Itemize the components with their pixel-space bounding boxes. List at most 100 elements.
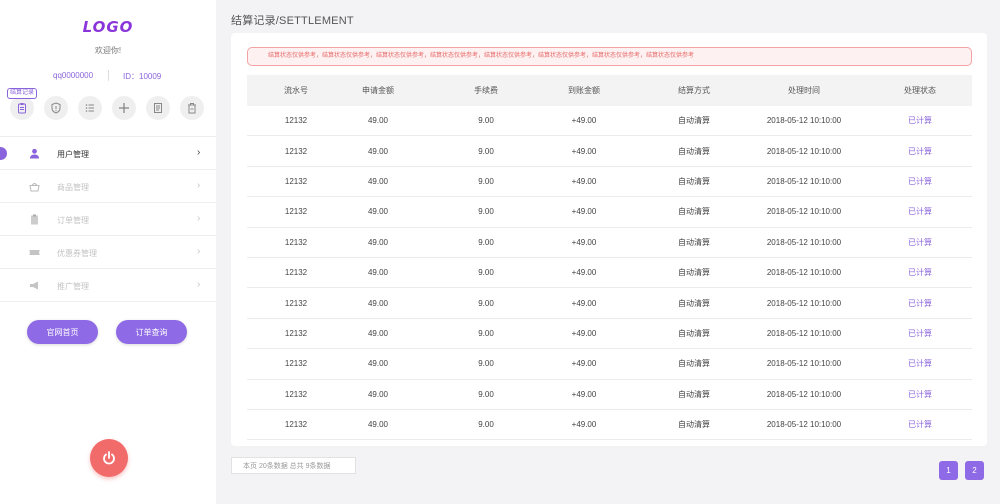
settlement-table: 流水号 申请金额 手续费 到账金额 结算方式 处理时间 处理状态 12132 49…	[247, 75, 972, 441]
sidebar-item-users[interactable]: 用户管理 ›	[0, 137, 216, 170]
table-cell: 自动清算	[678, 359, 710, 369]
sidebar-item-coupons[interactable]: 优惠券管理 ›	[0, 236, 216, 269]
table-cell: 自动清算	[678, 298, 710, 308]
table-cell: 49.00	[367, 116, 389, 126]
table-cell: 49.00	[367, 237, 389, 247]
table-cell: +49.00	[571, 359, 597, 369]
table-cell: 自动清算	[678, 146, 710, 156]
table-cell: +49.00	[571, 328, 597, 338]
tool-badge: 结算记录	[7, 88, 38, 99]
table-cell: 2018-05-12 10:10:00	[766, 207, 842, 217]
sidebar-item-promotion[interactable]: 推广管理 ›	[0, 269, 216, 302]
page-button-1[interactable]: 1	[939, 461, 958, 480]
table-row[interactable]: 12132 49.00 9.00 +49.00 自动清算 2018-05-12 10:10…	[247, 167, 972, 198]
table-row[interactable]: 12132 49.00 9.00 +49.00 自动清算 2018-05-12 10:10…	[247, 288, 972, 319]
table-cell: 2018-05-12 10:10:00	[766, 237, 842, 247]
table-row[interactable]: 12132 49.00 9.00 +49.00 自动清算 2018-05-12 10:10…	[247, 319, 972, 350]
welcome-text: 欢迎你!	[94, 46, 122, 55]
table-cell: 2018-05-12 10:10:00	[766, 328, 842, 338]
active-indicator	[0, 147, 7, 160]
table-cell: 9.00	[478, 237, 494, 247]
status-link[interactable]: 已计算	[871, 319, 969, 348]
status-link[interactable]: 已计算	[871, 106, 969, 135]
table-cell: 自动清算	[678, 420, 710, 430]
table-row[interactable]: 12132 49.00 9.00 +49.00 自动清算 2018-05-12 10:10…	[247, 197, 972, 228]
table-cell: 2018-05-12 10:10:00	[766, 146, 842, 156]
notice-banner: 结算状态仅供参考，结算状态仅供参考，结算状态仅供参考，结算状态仅供参考，结算状态…	[247, 47, 972, 66]
order-query-button[interactable]: 订单查询	[116, 320, 187, 344]
table-cell: 9.00	[478, 176, 494, 186]
sidebar-item-products[interactable]: 商品管理 ›	[0, 170, 216, 203]
trash-icon[interactable]	[180, 96, 204, 120]
table-cell: 9.00	[478, 116, 494, 126]
table-cell: +49.00	[571, 420, 597, 430]
status-link[interactable]: 已计算	[871, 136, 969, 165]
table-cell: 9.00	[478, 328, 494, 338]
power-icon	[103, 451, 115, 465]
table-cell: +49.00	[571, 207, 597, 217]
account-info: qq0000000 ID：10009	[0, 70, 216, 82]
table-row[interactable]: 12132 49.00 9.00 +49.00 自动清算 2018-05-12 10:10…	[247, 349, 972, 380]
user-icon	[30, 148, 39, 159]
table-cell: 49.00	[367, 207, 389, 217]
settlement-panel: 结算状态仅供参考，结算状态仅供参考，结算状态仅供参考，结算状态仅供参考，结算状态…	[231, 33, 987, 446]
table-cell: 49.00	[367, 420, 389, 430]
basket-icon	[29, 183, 40, 192]
status-link[interactable]: 已计算	[871, 167, 969, 196]
document-icon[interactable]	[146, 96, 170, 120]
clipboard-icon[interactable]: 结算记录	[7, 88, 38, 120]
status-link[interactable]: 已计算	[871, 258, 969, 287]
table-row[interactable]: 12132 49.00 9.00 +49.00 自动清算 2018-05-12 10:10…	[247, 136, 972, 167]
shield-alert-icon[interactable]	[44, 96, 68, 120]
table-cell: +49.00	[571, 389, 597, 399]
sidebar-item-orders[interactable]: 订单管理 ›	[0, 203, 216, 236]
column-header: 到账金额	[568, 86, 600, 95]
table-cell: 9.00	[478, 146, 494, 156]
user-id: ID：10009	[123, 72, 162, 81]
home-button[interactable]: 官网首页	[27, 320, 98, 344]
table-cell: 9.00	[478, 359, 494, 369]
logo[interactable]: LOGO	[0, 18, 216, 36]
sidebar-item-label: 商品管理	[57, 183, 89, 192]
column-header: 手续费	[474, 86, 498, 95]
column-header: 处理状态	[904, 86, 936, 95]
table-cell: +49.00	[571, 116, 597, 126]
chevron-right-icon: ›	[197, 213, 201, 224]
table-cell: 自动清算	[678, 116, 710, 126]
table-cell: 自动清算	[678, 207, 710, 217]
table-cell: 49.00	[367, 176, 389, 186]
table-cell: 2018-05-12 10:10:00	[766, 116, 842, 126]
order-clipboard-icon	[31, 214, 38, 225]
power-button[interactable]	[90, 439, 128, 477]
table-cell: 49.00	[367, 268, 389, 278]
table-cell: 49.00	[367, 328, 389, 338]
table-cell: +49.00	[571, 298, 597, 308]
table-cell: 9.00	[478, 298, 494, 308]
table-row[interactable]: 12132 49.00 9.00 +49.00 自动清算 2018-05-12 10:10…	[247, 380, 972, 410]
table-cell: 9.00	[478, 420, 494, 430]
table-cell: 2018-05-12 10:10:00	[766, 268, 842, 278]
status-link[interactable]: 已计算	[871, 410, 969, 439]
status-link[interactable]: 已计算	[871, 197, 969, 226]
status-link[interactable]: 已计算	[871, 380, 969, 409]
column-header: 处理时间	[788, 86, 820, 95]
table-cell: 2018-05-12 10:10:00	[766, 389, 842, 399]
status-link[interactable]: 已计算	[871, 228, 969, 257]
sidebar-item-label: 优惠券管理	[57, 249, 97, 258]
plus-icon[interactable]	[112, 96, 136, 120]
sidebar-item-label: 订单管理	[57, 216, 89, 225]
status-link[interactable]: 已计算	[871, 288, 969, 317]
chevron-right-icon: ›	[197, 180, 201, 191]
table-row[interactable]: 12132 49.00 9.00 +49.00 自动清算 2018-05-12 10:10…	[247, 228, 972, 258]
table-cell: 2018-05-12 10:10:00	[766, 359, 842, 369]
list-icon[interactable]	[78, 96, 102, 120]
chevron-right-icon: ›	[197, 246, 201, 257]
table-row[interactable]: 12132 49.00 9.00 +49.00 自动清算 2018-05-12 10:10…	[247, 410, 972, 441]
table-row[interactable]: 12132 49.00 9.00 +49.00 自动清算 2018-05-12 10:10…	[247, 258, 972, 289]
table-row[interactable]: 12132 49.00 9.00 +49.00 自动清算 2018-05-12 10:10…	[247, 106, 972, 137]
status-link[interactable]: 已计算	[871, 349, 969, 378]
page-button-2[interactable]: 2	[965, 461, 984, 480]
table-cell: +49.00	[571, 176, 597, 186]
table-header: 流水号 申请金额 手续费 到账金额 结算方式 处理时间 处理状态	[247, 75, 972, 106]
sidebar-item-label: 用户管理	[57, 150, 89, 159]
